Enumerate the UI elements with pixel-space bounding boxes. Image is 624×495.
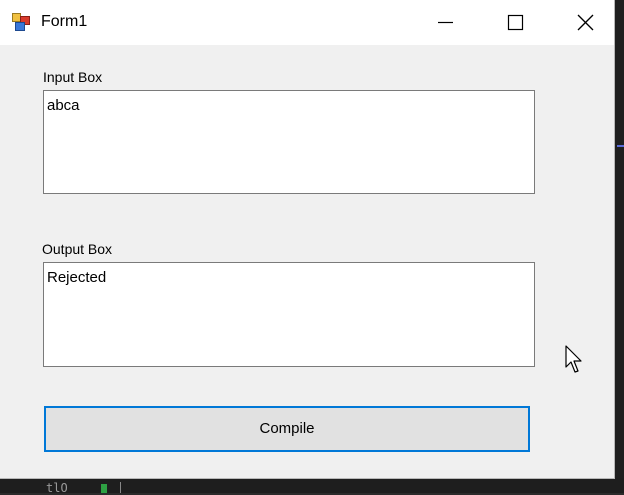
title-bar[interactable]: Form1 <box>0 0 614 45</box>
minimize-button[interactable] <box>422 0 468 45</box>
compile-button[interactable]: Compile <box>44 406 530 452</box>
mouse-cursor-icon <box>565 345 582 373</box>
form-window: Form1 Input Box abca Output Box Rejected… <box>0 0 614 478</box>
background-accent-line <box>617 145 624 147</box>
output-box-label: Output Box <box>42 241 113 257</box>
background-divider <box>120 482 121 493</box>
close-icon <box>577 14 594 31</box>
output-textbox[interactable]: Rejected <box>43 262 535 367</box>
minimize-icon <box>438 21 453 24</box>
background-green-marker <box>101 484 107 493</box>
background-ide-strip <box>0 478 624 493</box>
app-icon[interactable] <box>12 13 30 31</box>
maximize-button[interactable] <box>492 0 538 45</box>
window-title: Form1 <box>41 13 88 30</box>
close-button[interactable] <box>562 0 608 45</box>
background-window-edge <box>614 0 624 478</box>
input-textbox[interactable]: abca <box>43 90 535 194</box>
input-box-label: Input Box <box>43 69 103 85</box>
maximize-icon <box>507 14 524 31</box>
